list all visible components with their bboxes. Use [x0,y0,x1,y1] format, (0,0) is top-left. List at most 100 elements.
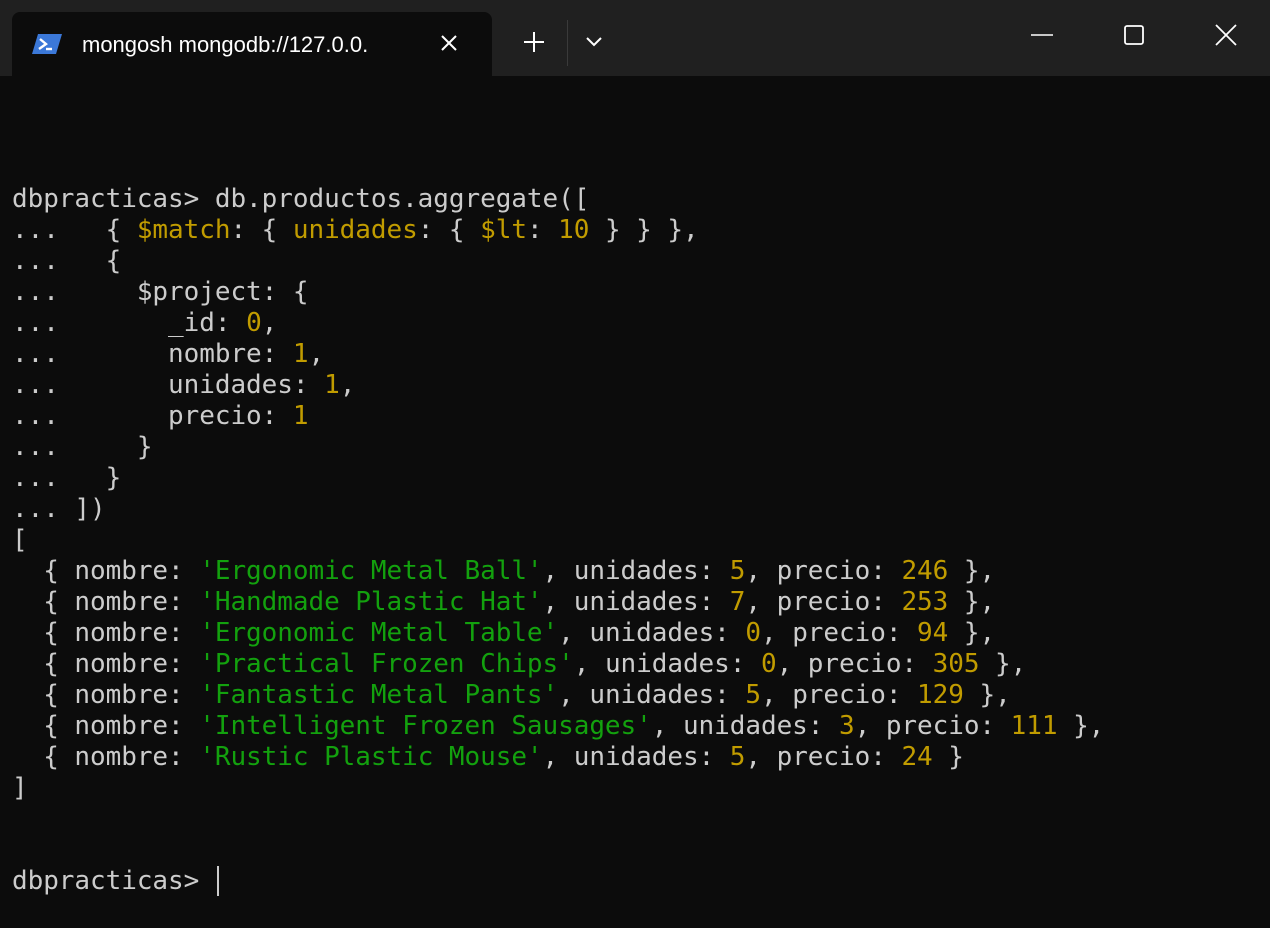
terminal-line: ... } [12,432,1262,463]
terminal-text-segment: , unidades: [651,711,839,741]
terminal-text-segment: , unidades: [558,680,746,710]
terminal-line: ... { $match: { unidades: { $lt: 10 } } … [12,215,1262,246]
terminal-line: ... ]) [12,494,1262,525]
terminal-line: { nombre: 'Fantastic Metal Pants', unida… [12,680,1262,711]
terminal-line: ... unidades: 1, [12,370,1262,401]
title-bar: mongosh mongodb://127.0.0. [0,0,1270,76]
terminal-text-segment: 1 [292,339,309,369]
tab-divider [567,20,568,66]
tab-title: mongosh mongodb://127.0.0. [82,32,369,57]
terminal-text-segment: }, [1057,711,1105,741]
terminal-text-segment: 0 [760,649,777,679]
terminal-text-segment: [ [12,525,28,555]
terminal-text-segment: { nombre: [12,742,200,772]
terminal-text-segment: { nombre: [12,556,200,586]
terminal-line: ] [12,773,1262,804]
terminal-text-segment: 253 [901,587,949,617]
terminal-text-segment: }, [948,587,996,617]
terminal-text-segment: dbpracticas> db.productos.aggregate([ [12,184,590,214]
prompt-line[interactable]: dbpracticas> [12,866,1262,897]
terminal-line: [ [12,525,1262,556]
terminal-line: ... nombre: 1, [12,339,1262,370]
terminal-text-segment: 'Ergonomic Metal Table' [199,618,559,648]
terminal-text-segment: , [308,339,325,369]
terminal-text-segment: ... } [12,432,153,462]
terminal-text-segment: ... unidades: [12,370,325,400]
terminal-text-segment: , unidades: [542,742,730,772]
terminal-text-segment: , precio: [745,742,902,772]
terminal-text-segment: } [932,742,964,772]
terminal-lines: dbpracticas> db.productos.aggregate([...… [12,184,1262,804]
terminal-text-segment: 'Fantastic Metal Pants' [199,680,559,710]
terminal-text-segment: 7 [729,587,746,617]
terminal-text-segment: 111 [1010,711,1058,741]
terminal-line: ... precio: 1 [12,401,1262,432]
tab-mongosh[interactable]: mongosh mongodb://127.0.0. [12,12,492,76]
terminal-text-segment: 305 [932,649,980,679]
close-tab-icon[interactable] [436,30,462,56]
terminal-text-segment: }, [963,680,1011,710]
terminal-text-segment: ... _id: [12,308,247,338]
terminal-line: { nombre: 'Practical Frozen Chips', unid… [12,649,1262,680]
terminal-text-segment: $match [136,215,231,245]
terminal-text-segment: 'Ergonomic Metal Ball' [199,556,543,586]
terminal-text-segment: 1 [324,370,340,400]
terminal-text-segment: ] [12,773,28,803]
terminal-text-segment: 5 [745,680,761,710]
terminal-text-segment: ... { [12,215,137,245]
terminal-text-segment: }, [948,556,996,586]
terminal-line: ... { [12,246,1262,277]
terminal-text-segment: } } }, [589,215,699,245]
chevron-down-icon[interactable] [580,28,608,56]
terminal-text-segment: , unidades: [542,587,730,617]
minimize-icon[interactable] [1012,10,1072,60]
terminal-text-segment: 10 [558,215,590,245]
terminal-text-segment: 24 [901,742,933,772]
terminal-text-segment: , unidades: [558,618,746,648]
terminal-text-segment: : { [230,215,293,245]
terminal-text-segment: { nombre: [12,680,200,710]
terminal-text-segment: , [339,370,356,400]
terminal-text-segment: 'Handmade Plastic Hat' [199,587,543,617]
terminal-text-segment: , [261,308,278,338]
terminal-text-segment: { nombre: [12,711,200,741]
terminal-line: { nombre: 'Ergonomic Metal Table', unida… [12,618,1262,649]
terminal-text-segment: 'Rustic Plastic Mouse' [199,742,543,772]
terminal-text-segment: ... ]) [12,494,106,524]
terminal-line: { nombre: 'Handmade Plastic Hat', unidad… [12,587,1262,618]
text-cursor [216,866,219,896]
terminal-output[interactable]: dbpracticas> db.productos.aggregate([...… [12,122,1262,896]
terminal-text-segment: { nombre: [12,587,200,617]
terminal-text-segment: 0 [246,308,262,338]
terminal-text-segment: }, [979,649,1027,679]
new-tab-icon[interactable] [518,26,550,58]
maximize-icon[interactable] [1104,10,1164,60]
terminal-text-segment: 0 [745,618,761,648]
terminal-text-segment: 1 [292,401,309,431]
terminal-line: ... } [12,463,1262,494]
powershell-icon [32,32,62,56]
terminal-text-segment: , precio: [761,618,918,648]
terminal-text-segment: 3 [839,711,855,741]
terminal-text-segment: }, [948,618,996,648]
terminal-text-segment: 'Intelligent Frozen Sausages' [199,711,652,741]
terminal-text-segment: , unidades: [573,649,761,679]
terminal-text-segment: 94 [917,618,949,648]
terminal-text-segment: 5 [729,556,746,586]
terminal-text-segment: : { [417,215,481,245]
terminal-text-segment: { nombre: [12,618,200,648]
terminal-text-segment: ... } [12,463,122,493]
terminal-text-segment: , unidades: [542,556,730,586]
terminal-line: dbpracticas> db.productos.aggregate([ [12,184,1262,215]
terminal-text-segment: , precio: [761,680,918,710]
terminal-line: { nombre: 'Intelligent Frozen Sausages',… [12,711,1262,742]
terminal-line: { nombre: 'Rustic Plastic Mouse', unidad… [12,742,1262,773]
terminal-text-segment: , precio: [854,711,1011,741]
terminal-text-segment: , precio: [776,649,933,679]
terminal-text-segment: , precio: [745,587,902,617]
close-window-icon[interactable] [1196,10,1256,60]
terminal-text-segment: 5 [729,742,746,772]
terminal-text-segment: 246 [901,556,949,586]
terminal-text-segment: ... precio: [12,401,293,431]
terminal-text-segment: 'Practical Frozen Chips' [199,649,574,679]
